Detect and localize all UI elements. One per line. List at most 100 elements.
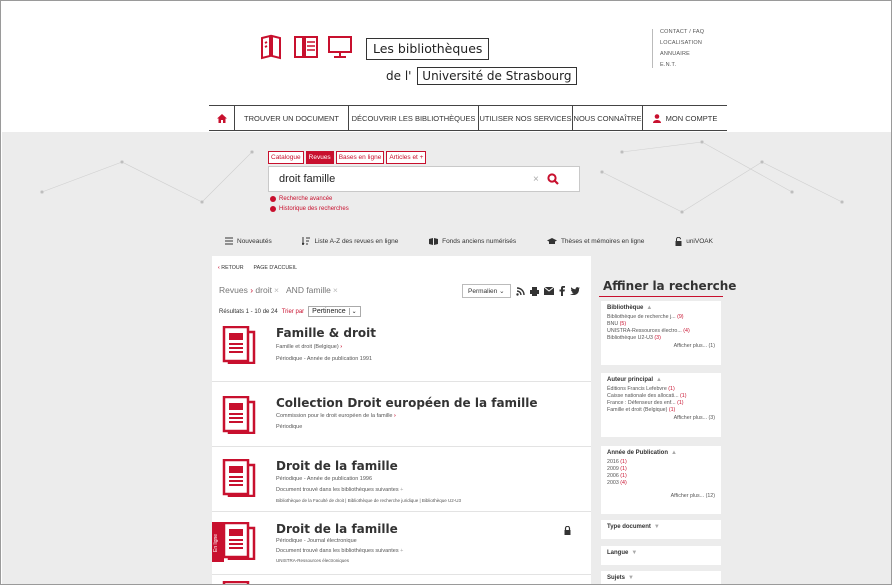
facet-option[interactable]: France : Défenseur des enf... (1) bbox=[607, 400, 715, 407]
facet-option-label: France : Défenseur des enf... bbox=[607, 400, 676, 406]
quicklink-fonds[interactable]: Fonds anciens numérisés bbox=[429, 237, 516, 245]
facet-header[interactable]: Type document ▼ bbox=[607, 524, 715, 530]
share-tools: Permalien ⌄ bbox=[462, 284, 580, 298]
home-icon bbox=[216, 113, 227, 123]
nav-connaitre[interactable]: NOUS CONNAÎTRE bbox=[573, 106, 643, 130]
result-title[interactable]: Famille & droit bbox=[276, 326, 376, 340]
facet-langue: Langue ▼ bbox=[601, 546, 721, 565]
facet-header[interactable]: Langue ▼ bbox=[607, 550, 715, 556]
logo-icons[interactable] bbox=[259, 34, 353, 60]
nav-home[interactable] bbox=[209, 106, 235, 130]
top-link-localisation[interactable]: LOCALISATION bbox=[660, 40, 704, 46]
facet-option[interactable]: 2003 (4) bbox=[607, 480, 715, 487]
collapse-icon: ▲ bbox=[671, 450, 677, 456]
nav-trouver[interactable]: TROUVER UN DOCUMENT bbox=[235, 106, 349, 130]
filter-famille: AND famille bbox=[286, 285, 331, 295]
expand-icon: ▼ bbox=[631, 550, 638, 556]
search-history-label: Historique des recherches bbox=[279, 206, 349, 212]
show-more-link[interactable]: Afficher plus... (1) bbox=[607, 342, 715, 350]
rss-icon[interactable] bbox=[515, 286, 525, 296]
top-link-contact[interactable]: CONTACT / FAQ bbox=[660, 29, 704, 35]
show-more-link[interactable]: Afficher plus... (12) bbox=[607, 492, 715, 500]
facet-option[interactable]: UNISTRA-Ressources électro... (4) bbox=[607, 328, 715, 335]
facet-header[interactable]: Sujets ▼ bbox=[607, 575, 715, 581]
nav-compte[interactable]: MON COMPTE bbox=[643, 106, 727, 130]
filter-root[interactable]: Revues bbox=[219, 285, 248, 295]
remove-filter-icon[interactable]: × bbox=[274, 285, 279, 295]
user-icon bbox=[652, 113, 661, 123]
home-link[interactable]: PAGE D'ACCUEIL bbox=[254, 265, 298, 271]
facet-header[interactable]: Bibliothèque ▲ bbox=[607, 305, 715, 311]
filter-droit: droit bbox=[255, 285, 272, 295]
quicklink-theses-label: Thèses et mémoires en ligne bbox=[560, 237, 645, 245]
top-link-annuaire[interactable]: ANNUAIRE bbox=[660, 51, 704, 57]
tab-articles[interactable]: Articles et + bbox=[386, 151, 427, 164]
facebook-icon[interactable] bbox=[559, 286, 565, 296]
advanced-search-label: Recherche avancée bbox=[279, 196, 333, 202]
result-title[interactable]: Droit de la famille bbox=[276, 459, 398, 473]
result-author[interactable]: Commission pour le droit européen de la … bbox=[276, 413, 396, 419]
show-more-link[interactable]: Afficher plus... (3) bbox=[607, 414, 715, 422]
nav-services[interactable]: UTILISER NOS SERVICES bbox=[479, 106, 573, 130]
result-holdings-label: Document trouvé dans les bibliothèques s… bbox=[276, 548, 399, 554]
result-author[interactable]: Famille et droit (Belgique) › bbox=[276, 344, 342, 350]
facet-option-label: 2016 bbox=[607, 459, 619, 465]
facet-header[interactable]: Auteur principal ▲ bbox=[607, 377, 715, 383]
result-holdings-toggle[interactable]: Document trouvé dans les bibliothèques s… bbox=[276, 487, 403, 493]
nav-compte-label: MON COMPTE bbox=[665, 113, 718, 123]
top-link-ent[interactable]: E.N.T. bbox=[660, 62, 704, 68]
results-panel: RETOUR PAGE D'ACCUEIL Revues › droit× AN… bbox=[212, 256, 591, 584]
clear-icon[interactable]: × bbox=[533, 174, 539, 185]
search-icon[interactable] bbox=[547, 173, 559, 185]
quicklink-nouveautes[interactable]: Nouveautés bbox=[225, 237, 272, 245]
search-history-link[interactable]: Historique des recherches bbox=[270, 206, 349, 212]
sort-az-icon bbox=[302, 237, 311, 245]
active-filters: Revues › droit × AND famille × bbox=[219, 285, 338, 295]
sort-value: Pertinence bbox=[312, 308, 346, 315]
print-icon[interactable] bbox=[529, 286, 539, 296]
facet-option[interactable]: BNU (5) bbox=[607, 321, 715, 328]
back-link[interactable]: RETOUR bbox=[218, 265, 243, 271]
quicklink-univoak[interactable]: uniVOAK bbox=[675, 236, 713, 246]
facet-option[interactable]: 2006 (1) bbox=[607, 473, 715, 480]
facet-option-label: Bibliothèque U2-U3 bbox=[607, 335, 653, 341]
facet-option[interactable]: 2009 (1) bbox=[607, 466, 715, 473]
facet-option-label: Bibliothèque de recherche j... bbox=[607, 314, 676, 320]
result-title[interactable]: Droit de la famille bbox=[276, 522, 398, 536]
facet-option[interactable]: Bibliothèque de recherche j... (9) bbox=[607, 314, 715, 321]
periodical-icon bbox=[222, 522, 256, 560]
online-ribbon-label: En ligne bbox=[213, 533, 219, 552]
permalink-button[interactable]: Permalien ⌄ bbox=[462, 284, 511, 298]
result-info: Périodique - Journal électronique bbox=[276, 538, 357, 544]
tab-catalogue[interactable]: Catalogue bbox=[268, 151, 304, 164]
nav-decouvrir[interactable]: DÉCOUVRIR LES BIBLIOTHÈQUES bbox=[349, 106, 479, 130]
facet-option[interactable]: Bibliothèque U2-U3 (3) bbox=[607, 335, 715, 342]
refine-title: Affiner la recherche bbox=[599, 274, 736, 297]
chevron-right-icon: › bbox=[340, 344, 343, 350]
facet-auteur: Auteur principal ▲ Éditions Francis Lefeb… bbox=[601, 373, 721, 437]
sort-select[interactable]: Pertinence ⌄ bbox=[308, 306, 361, 317]
result-holdings-toggle[interactable]: Document trouvé dans les bibliothèques s… bbox=[276, 548, 403, 554]
books-icon bbox=[294, 36, 318, 58]
facet-option-label: Éditions Francis Lefebvre bbox=[607, 386, 667, 392]
result-title[interactable]: Collection Droit européen de la famille bbox=[276, 396, 538, 410]
quicklink-liste[interactable]: Liste A-Z des revues en ligne bbox=[302, 237, 398, 245]
facet-option[interactable]: Caisse nationale des allocati... (1) bbox=[607, 393, 715, 400]
facet-option[interactable]: Éditions Francis Lefebvre (1) bbox=[607, 386, 715, 393]
advanced-search-link[interactable]: Recherche avancée bbox=[270, 196, 349, 202]
result-divider bbox=[212, 574, 591, 575]
quicklink-theses[interactable]: Thèses et mémoires en ligne bbox=[546, 237, 645, 245]
search-input[interactable] bbox=[269, 173, 529, 185]
facet-option[interactable]: Famille et droit (Belgique) (1) bbox=[607, 407, 715, 414]
history-icon bbox=[270, 206, 276, 212]
tab-bases[interactable]: Bases en ligne bbox=[335, 151, 385, 164]
expand-icon: ▼ bbox=[653, 524, 660, 530]
facet-option[interactable]: 2016 (1) bbox=[607, 459, 715, 466]
result-count-bar: Résultats 1 - 10 de 24 Trier par Pertine… bbox=[219, 306, 361, 317]
remove-filter-icon[interactable]: × bbox=[333, 285, 338, 295]
facet-header[interactable]: Année de Publication ▲ bbox=[607, 450, 715, 456]
search-tabs: Catalogue Revues Bases en ligne Articles… bbox=[268, 151, 427, 164]
twitter-icon[interactable] bbox=[569, 287, 580, 295]
tab-revues[interactable]: Revues bbox=[305, 151, 334, 164]
email-icon[interactable] bbox=[543, 287, 554, 295]
